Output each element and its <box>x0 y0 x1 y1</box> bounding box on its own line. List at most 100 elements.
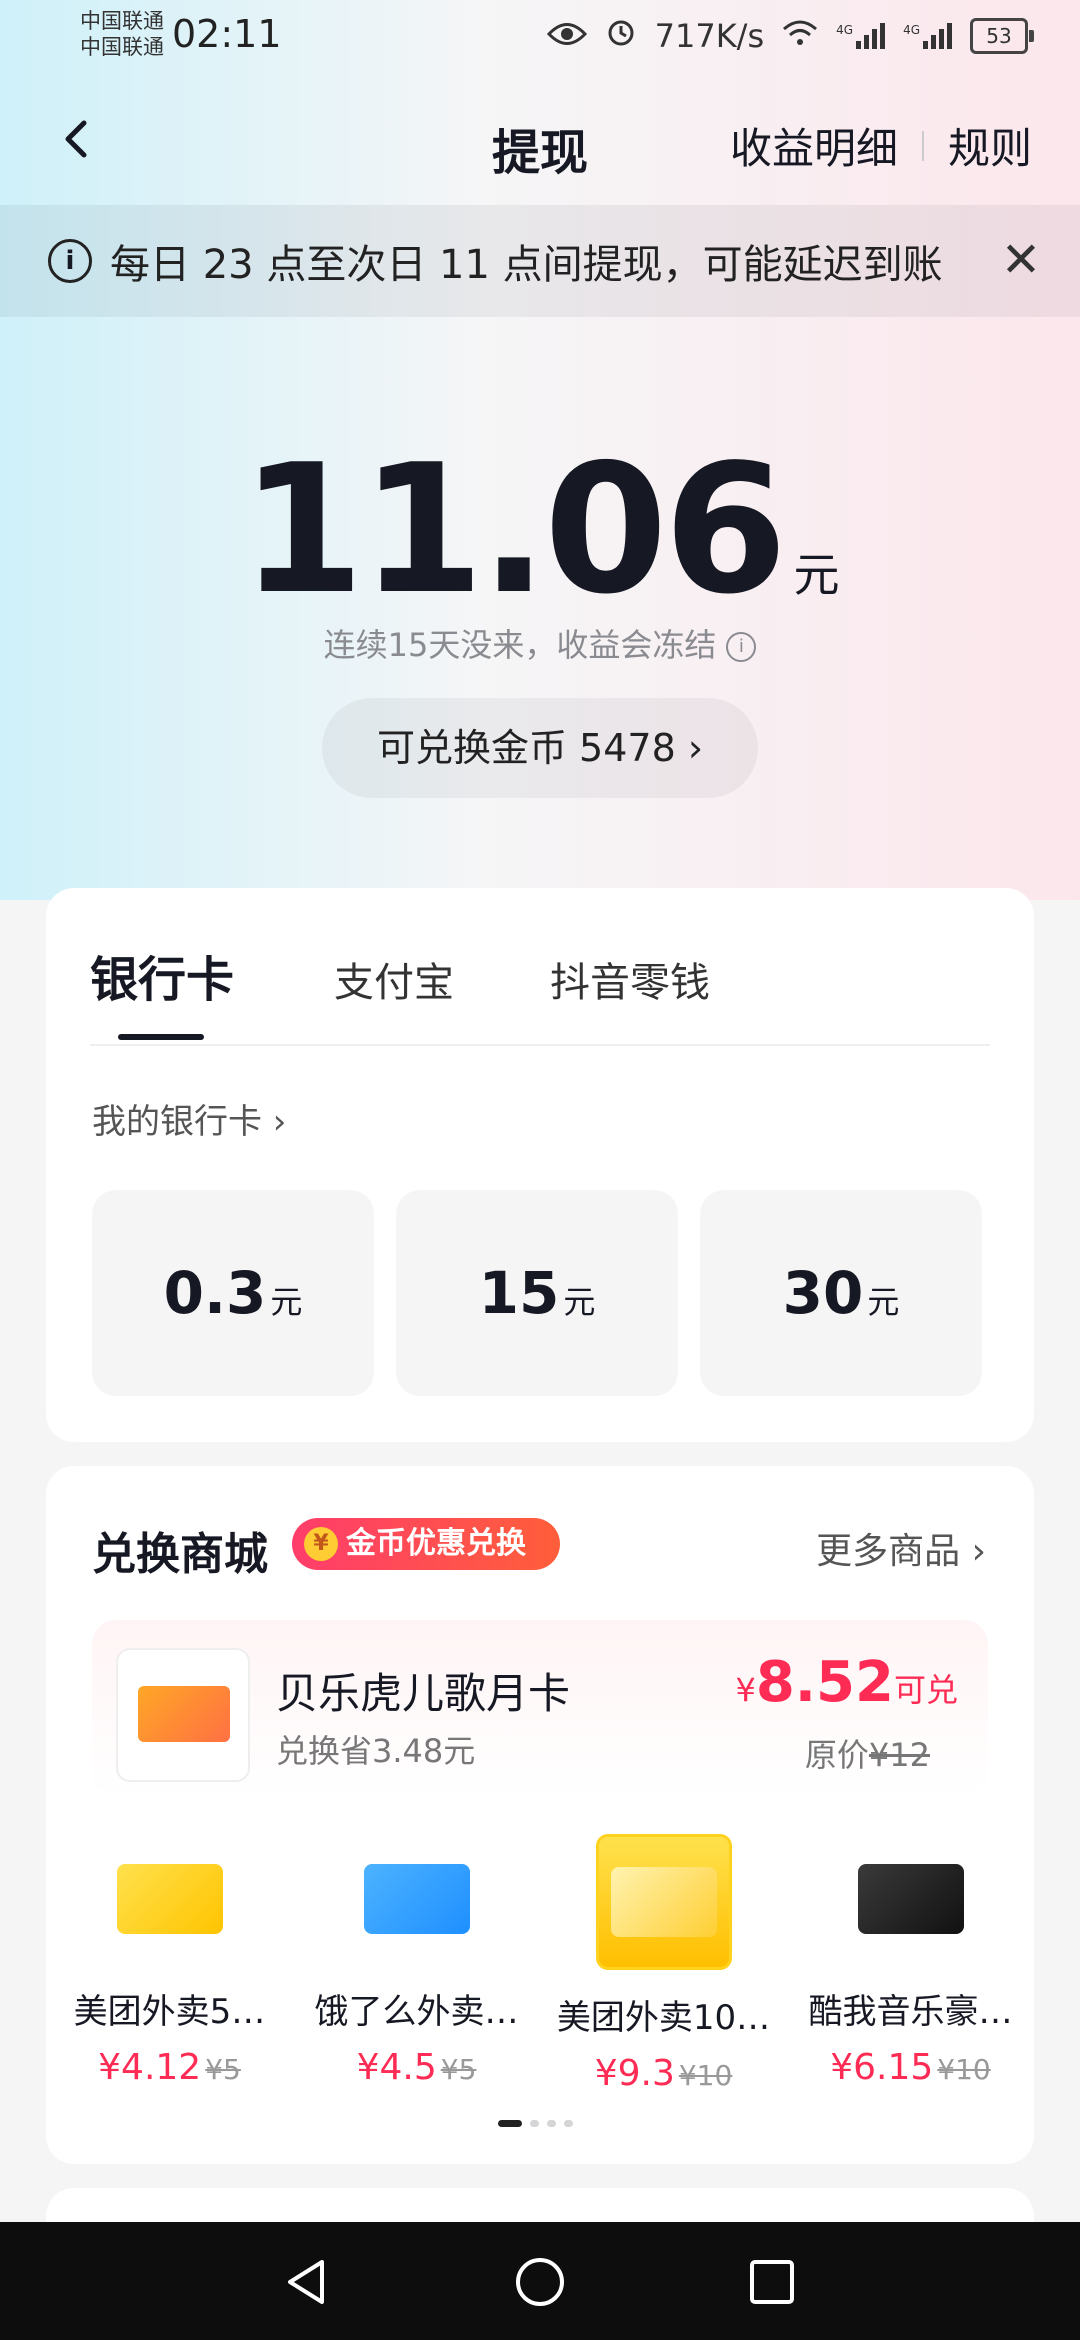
nav-links: 收益明细 规则 <box>730 115 1032 176</box>
original-price-label: 原价 <box>804 1736 869 1774</box>
meituan-coupon-image <box>104 1834 235 1964</box>
tab-bank-card[interactable]: 银行卡 <box>90 940 234 1010</box>
product-card-image <box>138 1686 230 1742</box>
signal-icon-1: 4G <box>836 23 886 49</box>
status-bar: 中国联通 中国联通 02:11 717K/s 4G 4G 53 <box>0 0 1080 70</box>
carousel-page-indicator <box>498 2120 573 2127</box>
featured-product-name: 贝乐虎儿歌月卡 <box>276 1669 571 1718</box>
home-circle-icon[interactable] <box>512 2254 568 2310</box>
balance-amount: 11.06 元 <box>0 441 1080 619</box>
my-bank-cards-link[interactable]: 我的银行卡 › <box>92 1094 286 1143</box>
product-price: ¥4.5 ¥5 <box>293 2047 540 2088</box>
product-name: 饿了么外卖… <box>314 1992 519 2032</box>
amount-option-15[interactable]: 15 元 <box>396 1190 678 1396</box>
product-item[interactable]: 美团外卖10… ¥9.3 ¥10 <box>540 1834 787 2094</box>
eleme-coupon-image <box>351 1834 482 1964</box>
mall-title: 兑换商城 <box>92 1529 268 1580</box>
price: ¥9.3 <box>594 2053 675 2094</box>
original-price-value: ¥12 <box>868 1736 930 1774</box>
featured-product-image <box>116 1648 250 1782</box>
price: ¥4.5 <box>356 2047 437 2088</box>
coin-discount-badge: ¥ 金币优惠兑换 <box>292 1518 560 1570</box>
rules-link[interactable]: 规则 <box>948 115 1032 176</box>
currency-symbol: ¥ <box>735 1671 756 1709</box>
active-tab-indicator <box>118 1034 204 1040</box>
product-name: 美团外卖10… <box>556 1998 771 2038</box>
product-price: ¥4.12 ¥5 <box>46 2047 293 2088</box>
featured-product[interactable]: 贝乐虎儿歌月卡 兑换省3.48元 ¥8.52可兑 原价¥12 <box>92 1620 988 1796</box>
amount-option-0-3[interactable]: 0.3 元 <box>92 1190 374 1396</box>
page-dot <box>564 2120 573 2127</box>
carrier-info: 中国联通 中国联通 <box>80 8 164 60</box>
kuwo-membership-image <box>845 1834 976 1964</box>
more-products-link[interactable]: 更多商品 › <box>816 1522 986 1574</box>
product-price: ¥6.15 ¥10 <box>787 2047 1034 2088</box>
carrier-name-2: 中国联通 <box>80 35 164 59</box>
price: ¥4.12 <box>98 2047 202 2088</box>
close-icon[interactable]: ✕ <box>996 235 1046 285</box>
network-type-1: 4G <box>836 23 854 37</box>
info-icon[interactable]: i <box>726 632 757 662</box>
alarm-icon <box>605 16 637 56</box>
system-navigation-bar <box>0 2222 1080 2340</box>
freeze-hint: 连续15天没来，收益会冻结 i <box>0 620 1080 666</box>
back-triangle-icon[interactable] <box>280 2254 336 2310</box>
amount-value: 0.3 <box>163 1259 267 1327</box>
price-suffix: 可兑 <box>893 1671 958 1709</box>
page-dot-active <box>498 2120 522 2127</box>
freeze-hint-text: 连续15天没来，收益会冻结 <box>323 626 717 664</box>
network-type-2: 4G <box>903 23 920 37</box>
featured-product-savings: 兑换省3.48元 <box>276 1732 476 1770</box>
product-price: ¥9.3 ¥10 <box>540 2053 787 2094</box>
earnings-details-link[interactable]: 收益明细 <box>730 115 898 176</box>
product-item[interactable]: 酷我音乐豪… ¥6.15 ¥10 <box>787 1834 1034 2094</box>
carrier-name-1: 中国联通 <box>80 9 164 33</box>
original-price: ¥10 <box>937 2053 991 2086</box>
tabs-divider <box>90 1044 990 1046</box>
featured-product-original-price: 原价¥12 <box>805 1730 930 1776</box>
notice-banner: i 每日 23 点至次日 11 点间提现，可能延迟到账 ✕ <box>0 205 1080 317</box>
info-icon: i <box>48 239 92 283</box>
product-item[interactable]: 饿了么外卖… ¥4.5 ¥5 <box>293 1834 540 2094</box>
battery-indicator: 53 <box>970 18 1034 54</box>
tab-douyin-wallet[interactable]: 抖音零钱 <box>550 950 710 1008</box>
balance-value: 11.06 <box>240 426 787 633</box>
original-price: ¥5 <box>440 2053 477 2086</box>
coin-icon: ¥ <box>304 1527 338 1561</box>
status-icons: 717K/s 4G 4G 53 <box>546 16 1034 56</box>
page-dot <box>547 2120 556 2127</box>
signal-icon-2: 4G <box>903 23 952 49</box>
page-dot <box>530 2120 539 2127</box>
product-list: 美团外卖5… ¥4.12 ¥5 饿了么外卖… ¥4.5 ¥5 美团外卖10… ¥9.… <box>46 1834 1034 2094</box>
amount-value: 30 <box>782 1259 864 1327</box>
tab-alipay[interactable]: 支付宝 <box>334 950 454 1008</box>
meituan-coupon-image <box>595 1834 732 1970</box>
withdraw-tabs: 银行卡 支付宝 抖音零钱 <box>90 940 806 1010</box>
notice-text: 每日 23 点至次日 11 点间提现，可能延迟到账 <box>110 242 943 288</box>
product-item[interactable]: 美团外卖5… ¥4.12 ¥5 <box>46 1834 293 2094</box>
original-price: ¥5 <box>205 2053 241 2086</box>
withdraw-amount-options: 0.3 元 15 元 30 元 <box>92 1190 982 1396</box>
price-value: 8.52 <box>755 1650 894 1715</box>
balance-unit: 元 <box>793 548 840 602</box>
nav-bar: 提现 收益明细 规则 <box>0 95 1080 185</box>
status-time: 02:11 <box>172 12 282 56</box>
amount-option-30[interactable]: 30 元 <box>700 1190 982 1396</box>
recents-square-icon[interactable] <box>744 2254 800 2310</box>
amount-unit: 元 <box>867 1283 900 1321</box>
nav-divider <box>921 130 924 161</box>
price: ¥6.15 <box>830 2047 934 2088</box>
amount-unit: 元 <box>563 1283 596 1321</box>
exchange-coins-label: 可兑换金币 5478 › <box>376 726 704 770</box>
withdraw-card: 银行卡 支付宝 抖音零钱 我的银行卡 › 0.3 元 15 元 30 元 <box>46 888 1034 1442</box>
featured-product-price: ¥8.52可兑 <box>735 1650 958 1715</box>
product-name: 酷我音乐豪… <box>808 1992 1013 2032</box>
eye-icon <box>546 17 587 55</box>
net-speed: 717K/s <box>654 17 765 55</box>
coin-discount-label: 金币优惠兑换 <box>346 1526 526 1561</box>
wifi-icon <box>782 17 818 55</box>
amount-value: 15 <box>478 1259 560 1327</box>
exchange-coins-button[interactable]: 可兑换金币 5478 › <box>322 698 758 798</box>
amount-unit: 元 <box>270 1283 303 1321</box>
exchange-mall-card: 兑换商城 ¥ 金币优惠兑换 更多商品 › 贝乐虎儿歌月卡 兑换省3.48元 ¥8… <box>46 1466 1034 2164</box>
